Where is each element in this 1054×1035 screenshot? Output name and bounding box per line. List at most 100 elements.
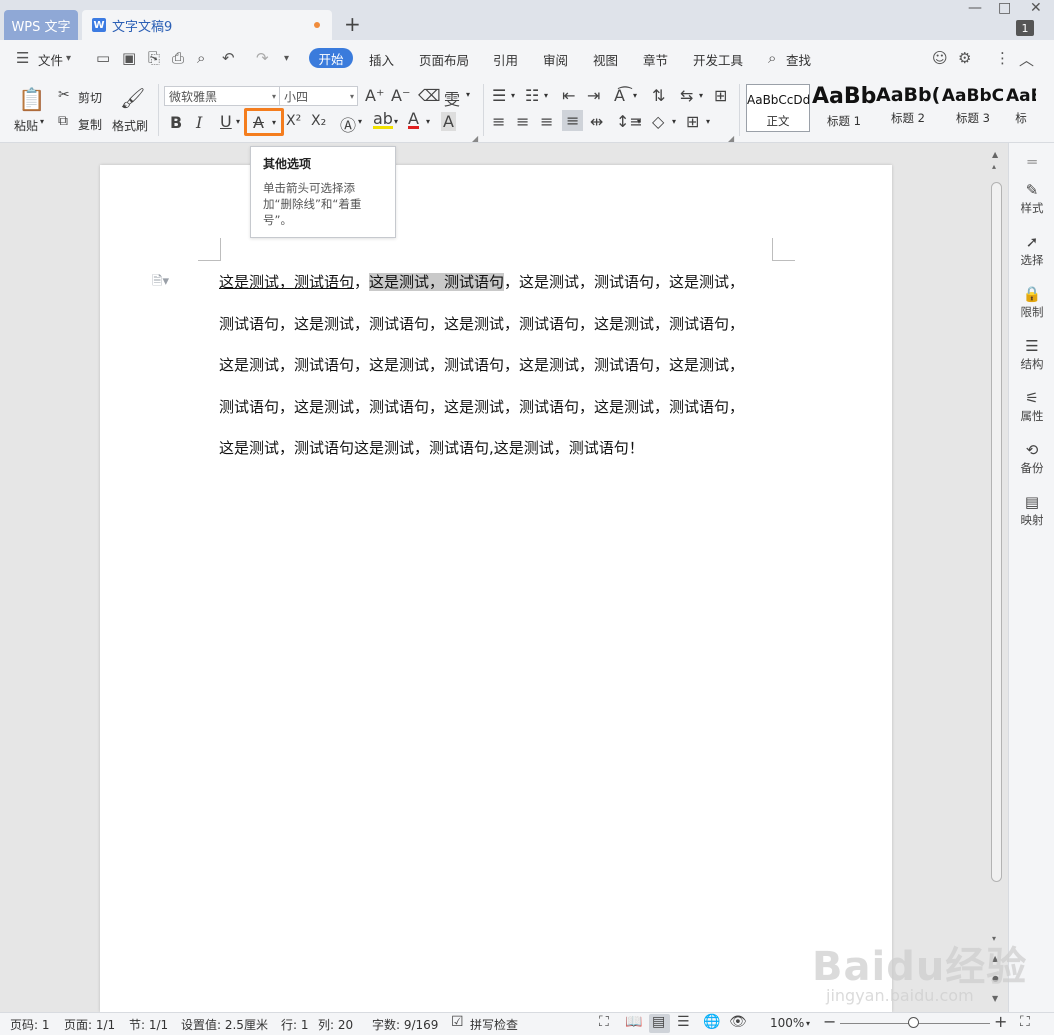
distributed-align-icon[interactable]: ⇹ xyxy=(590,112,603,131)
highlight-color-icon[interactable]: ab xyxy=(373,111,393,129)
chevron-down-icon[interactable]: ▾ xyxy=(633,91,637,100)
print-icon[interactable]: ⎙ xyxy=(172,49,184,67)
open-folder-icon[interactable]: ▭ xyxy=(96,49,110,67)
quick-access-dropdown-icon[interactable]: ▾ xyxy=(284,53,289,64)
task-pane-collapse[interactable]: ═ xyxy=(1009,153,1054,171)
menu-tab-insert[interactable]: 插入 xyxy=(369,50,394,69)
task-pane-restrict[interactable]: 🔒 限制 xyxy=(1009,285,1054,320)
chevron-down-icon[interactable]: ▾ xyxy=(672,117,676,126)
menu-tab-developer[interactable]: 开发工具 xyxy=(693,50,743,69)
decrease-indent-icon[interactable]: ⇤ xyxy=(562,86,575,105)
scroll-up-icon[interactable]: ▴ xyxy=(992,162,996,171)
zoom-out-icon[interactable]: − xyxy=(823,1012,836,1031)
status-page-number[interactable]: 页码: 1 xyxy=(10,1016,50,1033)
clear-format-eraser-icon[interactable]: ⌫ xyxy=(418,86,441,105)
numbering-icon[interactable]: ☷ xyxy=(525,86,539,105)
export-icon[interactable]: ⎘ xyxy=(148,49,160,67)
settings-gear-icon[interactable]: ⚙ xyxy=(958,49,971,67)
hamburger-menu-icon[interactable]: ☰ xyxy=(16,49,29,67)
redo-icon[interactable]: ↷ xyxy=(256,49,269,67)
chevron-down-icon[interactable]: ▾ xyxy=(544,91,548,100)
status-column[interactable]: 列: 20 xyxy=(318,1016,353,1033)
font-color-icon[interactable]: A xyxy=(408,111,419,129)
zoom-dropdown-icon[interactable]: ▾ xyxy=(806,1019,810,1028)
new-tab-button[interactable]: + xyxy=(344,12,361,36)
reading-mode-icon[interactable]: 📖 xyxy=(625,1014,642,1030)
chevron-down-icon[interactable]: ▾ xyxy=(66,53,71,64)
web-view-icon[interactable]: 🌐 xyxy=(703,1014,720,1030)
search-icon[interactable]: ⌕ xyxy=(768,49,776,67)
outline-view-icon[interactable]: ☰ xyxy=(677,1014,690,1030)
font-size-select[interactable]: 小四 ▾ xyxy=(279,86,358,106)
scroll-up-icon[interactable]: ▲ xyxy=(992,150,998,159)
task-pane-select[interactable]: ➚ 选择 xyxy=(1009,233,1054,268)
collapse-ribbon-icon[interactable]: ︿ xyxy=(1019,49,1034,70)
justify-icon[interactable]: ≡ xyxy=(562,110,584,131)
show-hide-marks-icon[interactable]: ⇆ xyxy=(680,86,693,105)
italic-button[interactable]: I xyxy=(196,113,202,132)
style-normal[interactable]: AaBbCcDd 正文 xyxy=(746,84,810,132)
phonetic-guide-icon[interactable]: 雯 xyxy=(444,86,460,110)
undo-icon[interactable]: ↶ xyxy=(222,49,235,67)
chevron-down-icon[interactable]: ▾ xyxy=(426,117,430,126)
status-row[interactable]: 行: 1 xyxy=(281,1016,309,1033)
paste-dropdown-icon[interactable]: ▾ xyxy=(40,117,44,126)
align-right-icon[interactable]: ≡ xyxy=(540,112,553,131)
save-icon[interactable]: ▣ xyxy=(122,49,136,67)
chat-icon[interactable]: ☺ xyxy=(932,49,948,67)
chevron-down-icon[interactable]: ▾ xyxy=(511,91,515,100)
superscript-button[interactable]: X² xyxy=(286,113,301,129)
paste-icon[interactable]: 📋 xyxy=(18,88,45,113)
fullscreen-icon[interactable]: ⛶ xyxy=(599,1014,609,1030)
style-heading-3[interactable]: AaBbC 标题 3 xyxy=(941,84,1005,132)
chevron-down-icon[interactable]: ▾ xyxy=(699,91,703,100)
status-setting-value[interactable]: 设置值: 2.5厘米 xyxy=(181,1016,268,1033)
status-section[interactable]: 节: 1/1 xyxy=(129,1016,168,1033)
task-pane-styles[interactable]: ✎ 样式 xyxy=(1009,181,1054,216)
table-icon[interactable]: ⊞ xyxy=(714,86,727,105)
align-center-icon[interactable]: ≡ xyxy=(516,112,529,131)
chevron-down-icon[interactable]: ▾ xyxy=(466,90,470,99)
search-button[interactable]: 查找 xyxy=(786,50,811,69)
underline-button[interactable]: U xyxy=(220,112,232,131)
menu-tab-chapter[interactable]: 章节 xyxy=(643,50,668,69)
chinese-layout-icon[interactable]: A͡ xyxy=(614,86,625,105)
font-name-select[interactable]: 微软雅黑 ▾ xyxy=(164,86,280,106)
chevron-down-icon[interactable]: ▾ xyxy=(637,117,641,126)
paste-button[interactable]: 粘贴 xyxy=(14,117,38,134)
close-button[interactable]: ✕ xyxy=(1030,0,1042,16)
scrollbar-thumb[interactable] xyxy=(991,182,1002,882)
cut-button[interactable]: 剪切 xyxy=(78,89,102,106)
shrink-font-icon[interactable]: A⁻ xyxy=(391,86,410,105)
text-effect-icon[interactable]: Ⓐ xyxy=(340,112,356,136)
status-pages[interactable]: 页面: 1/1 xyxy=(64,1016,115,1033)
zoom-level[interactable]: 100% xyxy=(770,1016,804,1030)
grow-font-icon[interactable]: A⁺ xyxy=(365,86,384,105)
spell-check-button[interactable]: 拼写检查 xyxy=(470,1016,518,1033)
menu-tab-home[interactable]: 开始 xyxy=(309,48,353,68)
page-view-icon[interactable]: ▤ xyxy=(652,1014,665,1030)
align-left-icon[interactable]: ≡ xyxy=(492,112,505,131)
document-body[interactable]: 这是测试，测试语句，这是测试，测试语句，这是测试，测试语句，这是测试， 测试语句… xyxy=(219,266,779,474)
task-pane-properties[interactable]: ⚟ 属性 xyxy=(1009,389,1054,424)
character-shading-icon[interactable]: A xyxy=(441,112,456,131)
font-dialog-launcher-icon[interactable]: ◢ xyxy=(472,134,478,143)
shading-fill-icon[interactable]: ◇ xyxy=(652,112,664,131)
bullets-icon[interactable]: ☰ xyxy=(492,86,506,105)
zoom-slider-knob[interactable] xyxy=(908,1017,919,1028)
copy-button[interactable]: 复制 xyxy=(78,116,102,133)
paragraph-dialog-launcher-icon[interactable]: ◢ xyxy=(728,134,734,143)
chevron-down-icon[interactable]: ▾ xyxy=(358,117,362,126)
sort-icon[interactable]: ⇅ xyxy=(652,86,665,105)
eye-protection-icon[interactable]: 👁 xyxy=(729,1014,747,1030)
task-pane-backup[interactable]: ⟲ 备份 xyxy=(1009,441,1054,476)
vertical-scrollbar[interactable]: ▲ ▴ ▾ ▲ ● ▼ xyxy=(990,148,1004,1010)
menu-tab-review[interactable]: 审阅 xyxy=(543,50,568,69)
status-word-count[interactable]: 字数: 9/169 xyxy=(372,1016,438,1033)
more-options-icon[interactable]: ⋮ xyxy=(995,49,1010,67)
paragraph-handle-icon[interactable]: 🗎▾ xyxy=(152,272,169,294)
increase-indent-icon[interactable]: ⇥ xyxy=(587,86,600,105)
menu-tab-page-layout[interactable]: 页面布局 xyxy=(419,50,469,69)
zoom-in-icon[interactable]: + xyxy=(994,1012,1007,1031)
task-pane-structure[interactable]: ☰ 结构 xyxy=(1009,337,1054,372)
